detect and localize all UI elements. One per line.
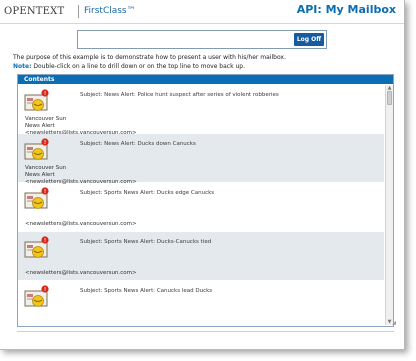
message-subject: Subject: News Alert: Police hunt suspect… (80, 92, 279, 98)
search-input[interactable]: Log Off (77, 30, 327, 49)
mail-envelope-icon: ! (24, 236, 49, 258)
product-name: FirstClass™ (84, 6, 136, 16)
message-subject: Subject: News Alert: Ducks down Canucks (80, 141, 196, 147)
intro-text: The purpose of this example is to demons… (13, 53, 286, 71)
unread-badge: ! (44, 91, 46, 97)
unread-badge: ! (44, 287, 46, 293)
vertical-scrollbar[interactable]: ▲ ▼ (385, 85, 393, 325)
note-text: Double-click on a line to drill down or … (33, 63, 245, 70)
message-row[interactable]: ! Subject: Sports News Alert: Ducks-Canu… (18, 232, 384, 280)
contents-header[interactable]: Contents (18, 75, 393, 84)
sender-name: Vancouver Sun (25, 116, 67, 122)
mail-envelope-icon: ! (24, 285, 49, 307)
contents-panel: Contents ! Subject: News Alert: Police h… (17, 74, 394, 327)
opentext-logo: OPENTEXT (4, 6, 65, 17)
intro-note: Note: Double-click on a line to drill do… (13, 62, 286, 71)
scrollbar-thumb[interactable] (387, 91, 392, 105)
app-header: OPENTEXT FirstClass™ API: My Mailbox (0, 0, 404, 24)
unread-badge: ! (44, 140, 46, 146)
sender-list: News Alert (25, 172, 55, 178)
message-subject: Subject: Sports News Alert: Ducks-Canuck… (80, 239, 212, 245)
message-row[interactable]: ! Subject: Sports News Alert: Ducks edge… (18, 183, 384, 231)
message-subject: Subject: Sports News Alert: Ducks edge C… (80, 190, 215, 196)
message-subject: Subject: Sports News Alert: Canucks lead… (80, 288, 213, 294)
header-divider (78, 5, 79, 18)
sender-email: <newsletters@lists.vancouversun.com> (25, 221, 137, 227)
message-row[interactable]: ! Subject: News Alert: Police hunt suspe… (18, 85, 384, 136)
resize-grip-icon[interactable]: ◢ (392, 320, 396, 326)
mail-envelope-icon: ! (24, 138, 49, 160)
logoff-button[interactable]: Log Off (294, 33, 324, 46)
mail-envelope-icon: ! (24, 89, 49, 111)
mail-envelope-icon: ! (24, 187, 49, 209)
message-sender: <newsletters@lists.vancouversun.com> (25, 221, 137, 228)
intro-line: The purpose of this example is to demons… (13, 54, 286, 61)
unread-badge: ! (44, 189, 46, 195)
page-title: API: My Mailbox (296, 3, 396, 16)
sender-name: Vancouver Sun (25, 165, 67, 171)
note-label: Note: (13, 63, 32, 70)
message-row[interactable]: ! Subject: News Alert: Ducks down Canuck… (18, 134, 384, 185)
panel-footer (17, 326, 394, 332)
message-sender: <newsletters@lists.vancouversun.com> (25, 270, 137, 277)
sender-email: <newsletters@lists.vancouversun.com> (25, 270, 137, 276)
message-row[interactable]: ! Subject: Sports News Alert: Canucks le… (18, 281, 384, 324)
unread-badge: ! (44, 238, 46, 244)
sender-list: News Alert (25, 123, 55, 129)
message-list: ! Subject: News Alert: Police hunt suspe… (18, 85, 384, 324)
mailbox-window: OPENTEXT FirstClass™ API: My Mailbox Log… (0, 0, 405, 350)
